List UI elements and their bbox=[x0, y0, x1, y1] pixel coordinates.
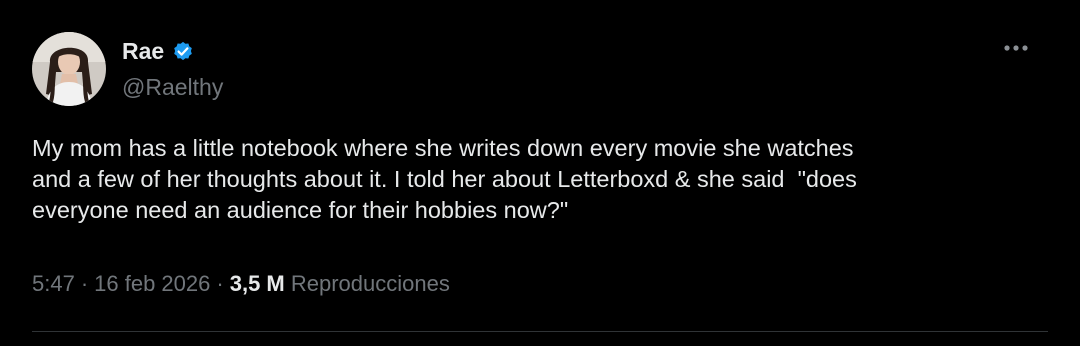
views-count: 3,5 M bbox=[229, 271, 285, 296]
divider bbox=[32, 331, 1048, 332]
tweet-card: Rae @Raelthy My mom has a little noteboo… bbox=[0, 0, 1080, 346]
more-options-button[interactable] bbox=[996, 32, 1036, 64]
verified-badge-icon bbox=[171, 39, 195, 63]
profile-photo-icon bbox=[32, 32, 106, 106]
author-handle[interactable]: @Raelthy bbox=[122, 74, 223, 101]
ellipsis-icon bbox=[1004, 45, 1028, 51]
tweet-meta: 5:47 · 16 feb 2026 · 3,5 M Reproduccione… bbox=[32, 269, 450, 299]
meta-separator: · bbox=[216, 271, 224, 296]
author-name-row: Rae bbox=[122, 36, 195, 66]
tweet-time[interactable]: 5:47 bbox=[32, 271, 75, 297]
meta-separator: · bbox=[80, 271, 89, 296]
tweet-date[interactable]: 16 feb 2026 bbox=[94, 271, 210, 297]
tweet-text: My mom has a little notebook where she w… bbox=[32, 135, 857, 223]
views-label: Reproducciones bbox=[290, 271, 450, 296]
display-name[interactable]: Rae bbox=[122, 38, 164, 65]
avatar[interactable] bbox=[32, 32, 106, 106]
